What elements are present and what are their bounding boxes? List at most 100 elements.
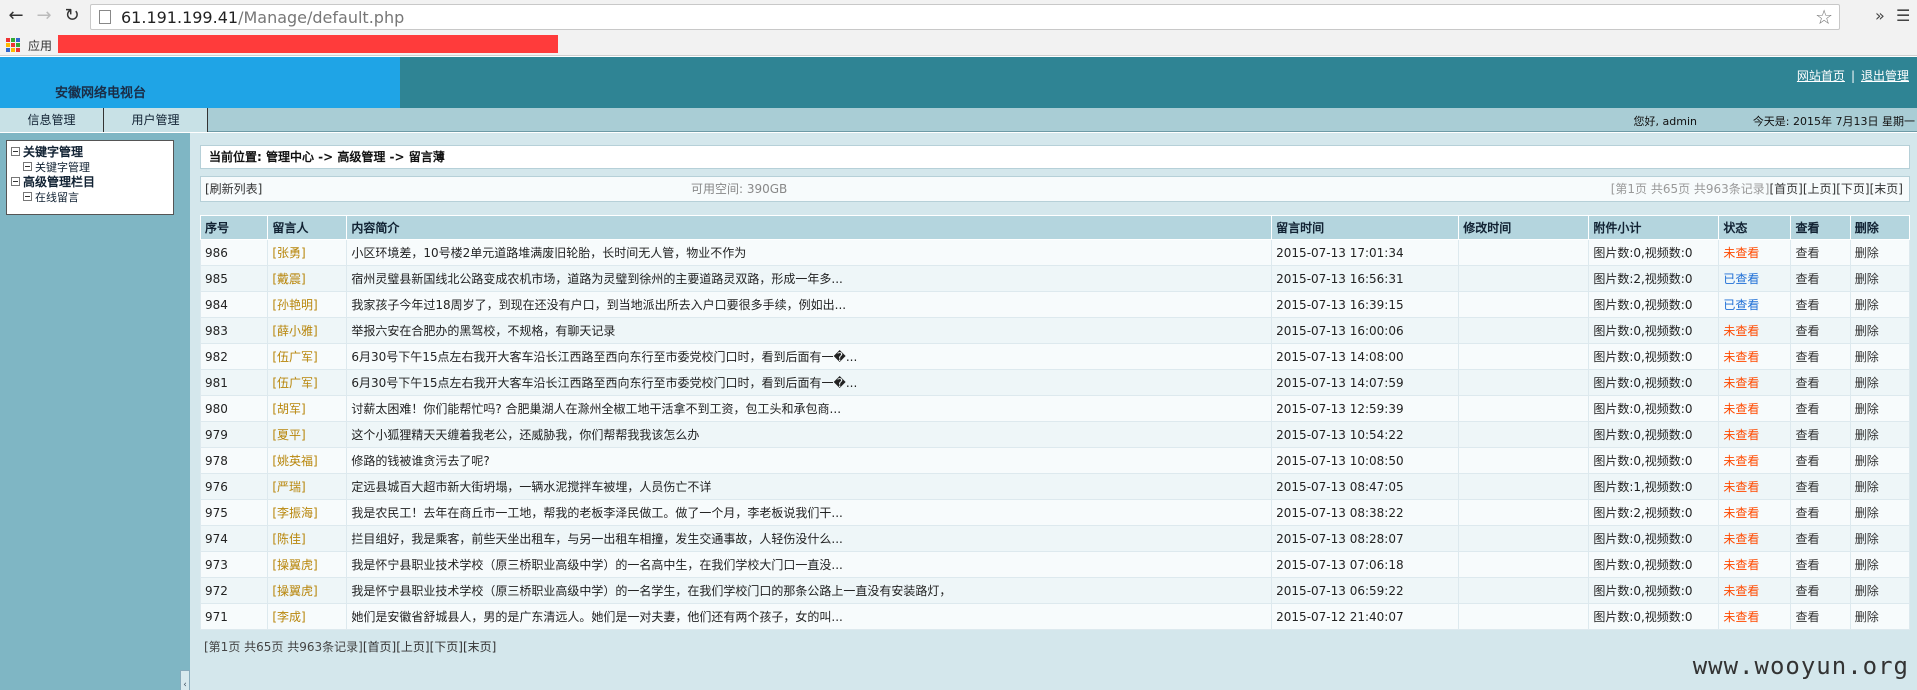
row-status: 未查看 <box>1718 421 1792 448</box>
row-id: 971 <box>199 603 269 630</box>
available-space: 可用空间: 390GB <box>691 182 788 196</box>
site-home-link[interactable]: 网站首页 <box>1797 69 1845 83</box>
logout-link[interactable]: 退出管理 <box>1861 69 1909 83</box>
table-row: 971 [李成] 她们是安徽省舒城县人，男的是广东清远人。她们是一对夫妻，他们还有两… <box>199 603 1911 630</box>
row-id: 985 <box>199 265 269 292</box>
tree-node-advanced[interactable]: 高级管理栏目 <box>11 174 169 189</box>
reload-icon[interactable]: ↻ <box>60 4 84 28</box>
pager-first[interactable]: [首页] <box>1770 182 1803 196</box>
row-author: [李成] <box>267 603 348 630</box>
row-attachments: 图片数:0,视频数:0 <box>1588 369 1720 396</box>
col-attachments: 附件小计 <box>1588 215 1720 240</box>
tab-user-management[interactable]: 用户管理 <box>104 108 208 132</box>
row-attachments: 图片数:0,视频数:0 <box>1588 343 1720 370</box>
row-modified <box>1458 265 1590 292</box>
row-view-link[interactable]: 查看 <box>1790 395 1851 422</box>
row-delete-link[interactable]: 删除 <box>1849 395 1911 422</box>
bottom-pager: [第1页 共65页 共963条记录][首页][上页][下页][末页] <box>204 638 496 655</box>
sidebar-collapse-handle[interactable]: ‹ <box>180 670 190 690</box>
extensions-chevron[interactable]: » <box>1875 6 1885 25</box>
collapse-box-icon[interactable] <box>11 177 20 186</box>
tree-item-online-messages[interactable]: 在线留言 <box>11 189 169 204</box>
row-time: 2015-07-13 14:07:59 <box>1271 369 1460 396</box>
tab-info-management[interactable]: 信息管理 <box>0 108 104 132</box>
row-attachments: 图片数:0,视频数:0 <box>1588 525 1720 552</box>
row-delete-link[interactable]: 删除 <box>1849 369 1911 396</box>
table-row: 982 [伍广军] 6月30号下午15点左右我开大客车沿长江西路至西向东行至市委党校… <box>199 343 1911 370</box>
row-author: [戴震] <box>267 265 348 292</box>
pager-next[interactable]: [下页] <box>1836 182 1869 196</box>
row-delete-link[interactable]: 删除 <box>1849 525 1911 552</box>
row-author: [严瑞] <box>267 473 348 500</box>
row-view-link[interactable]: 查看 <box>1790 369 1851 396</box>
row-delete-link[interactable]: 删除 <box>1849 317 1911 344</box>
row-view-link[interactable]: 查看 <box>1790 551 1851 578</box>
top-menu-bar: 信息管理 用户管理 您好, admin 今天是: 2015年 7月13日 星期一 <box>0 108 1917 132</box>
bottom-pager-prev[interactable]: [上页] <box>396 640 429 654</box>
back-arrow-icon[interactable]: ← <box>4 4 28 28</box>
row-summary: 定远县城百大超市新大街坍塌，一辆水泥搅拌车被埋，人员伤亡不详 <box>346 473 1273 500</box>
row-delete-link[interactable]: 删除 <box>1849 551 1911 578</box>
row-summary: 我是怀宁县职业技术学校（原三桥职业高级中学）的一名高中生，在我们学校大门口一直没… <box>346 551 1273 578</box>
leaf-box-icon <box>23 192 32 201</box>
row-view-link[interactable]: 查看 <box>1790 317 1851 344</box>
row-view-link[interactable]: 查看 <box>1790 499 1851 526</box>
table-header-row: 序号 留言人 内容简介 留言时间 修改时间 附件小计 状态 查看 删除 <box>199 215 1911 240</box>
row-delete-link[interactable]: 删除 <box>1849 577 1911 604</box>
forward-arrow-icon[interactable]: → <box>32 4 56 28</box>
collapse-box-icon[interactable] <box>11 147 20 156</box>
apps-grid-icon[interactable] <box>6 38 20 52</box>
tree-item-keyword-management[interactable]: 关键字管理 <box>11 159 169 174</box>
pager-last[interactable]: [末页] <box>1870 182 1903 196</box>
row-status: 未查看 <box>1718 395 1792 422</box>
row-delete-link[interactable]: 删除 <box>1849 265 1911 292</box>
row-time: 2015-07-13 07:06:18 <box>1271 551 1460 578</box>
col-author: 留言人 <box>267 215 348 240</box>
pager-prev[interactable]: [上页] <box>1803 182 1836 196</box>
row-view-link[interactable]: 查看 <box>1790 525 1851 552</box>
row-view-link[interactable]: 查看 <box>1790 447 1851 474</box>
row-id: 972 <box>199 577 269 604</box>
col-view: 查看 <box>1790 215 1851 240</box>
row-view-link[interactable]: 查看 <box>1790 577 1851 604</box>
row-view-link[interactable]: 查看 <box>1790 291 1851 318</box>
row-time: 2015-07-12 21:40:07 <box>1271 603 1460 630</box>
apps-bookmark[interactable]: 应用 <box>28 37 52 54</box>
row-author: [操翼虎] <box>267 577 348 604</box>
pager-info: [第1页 共65页 共963条记录] <box>1610 182 1770 196</box>
bottom-pager-next[interactable]: [下页] <box>430 640 463 654</box>
address-bar[interactable]: 61.191.199.41/Manage/default.php ☆ <box>90 4 1840 30</box>
bottom-pager-last[interactable]: [末页] <box>463 640 496 654</box>
row-id: 979 <box>199 421 269 448</box>
col-status: 状态 <box>1718 215 1792 240</box>
row-delete-link[interactable]: 删除 <box>1849 499 1911 526</box>
row-delete-link[interactable]: 删除 <box>1849 343 1911 370</box>
row-delete-link[interactable]: 删除 <box>1849 603 1911 630</box>
row-delete-link[interactable]: 删除 <box>1849 239 1911 266</box>
table-row: 976 [严瑞] 定远县城百大超市新大街坍塌，一辆水泥搅拌车被埋，人员伤亡不详 201… <box>199 473 1911 500</box>
row-attachments: 图片数:0,视频数:0 <box>1588 291 1720 318</box>
row-delete-link[interactable]: 删除 <box>1849 447 1911 474</box>
row-status: 未查看 <box>1718 577 1792 604</box>
row-delete-link[interactable]: 删除 <box>1849 473 1911 500</box>
col-modified: 修改时间 <box>1458 215 1590 240</box>
table-row: 978 [姚英福] 修路的钱被谁贪污去了呢? 2015-07-13 10:08:50 图… <box>199 447 1911 474</box>
row-delete-link[interactable]: 删除 <box>1849 291 1911 318</box>
row-delete-link[interactable]: 删除 <box>1849 421 1911 448</box>
row-modified <box>1458 369 1590 396</box>
browser-menu-icon[interactable]: ☰ <box>1896 6 1910 25</box>
row-view-link[interactable]: 查看 <box>1790 265 1851 292</box>
refresh-list-link[interactable]: [刷新列表] <box>205 177 262 201</box>
row-time: 2015-07-13 14:08:00 <box>1271 343 1460 370</box>
row-view-link[interactable]: 查看 <box>1790 603 1851 630</box>
bookmark-star-icon[interactable]: ☆ <box>1815 6 1833 28</box>
col-time: 留言时间 <box>1271 215 1460 240</box>
row-time: 2015-07-13 12:59:39 <box>1271 395 1460 422</box>
row-view-link[interactable]: 查看 <box>1790 473 1851 500</box>
tree-node-keywords[interactable]: 关键字管理 <box>11 144 169 159</box>
bottom-pager-first[interactable]: [首页] <box>363 640 396 654</box>
row-view-link[interactable]: 查看 <box>1790 239 1851 266</box>
row-id: 981 <box>199 369 269 396</box>
row-view-link[interactable]: 查看 <box>1790 343 1851 370</box>
row-view-link[interactable]: 查看 <box>1790 421 1851 448</box>
